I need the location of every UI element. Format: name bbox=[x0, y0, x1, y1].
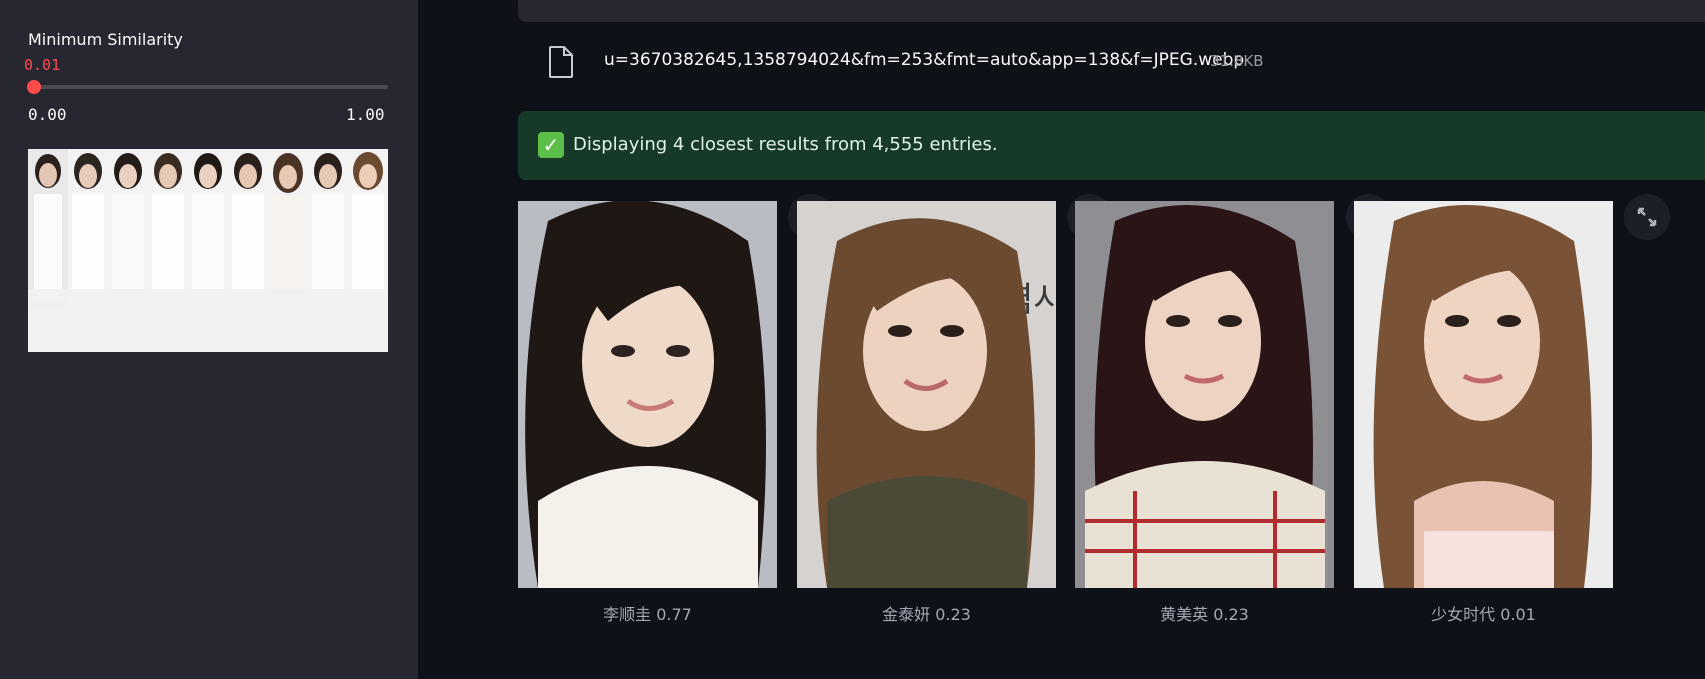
result-card: 李顺圭 0.77 bbox=[518, 201, 777, 624]
result-caption: 少女时代 0.01 bbox=[1431, 605, 1536, 624]
uploaded-image-preview bbox=[28, 149, 388, 352]
similarity-slider-track[interactable] bbox=[30, 85, 388, 89]
slider-min-label: 0.00 bbox=[28, 105, 67, 124]
expand-icon bbox=[1637, 207, 1657, 227]
result-image: 역시 bbox=[797, 201, 1056, 588]
check-icon: ✓ bbox=[538, 132, 564, 158]
success-message: Displaying 4 closest results from 4,555 … bbox=[573, 134, 998, 155]
expand-image-button[interactable] bbox=[1624, 194, 1670, 240]
success-alert: ✓ Displaying 4 closest results from 4,55… bbox=[518, 111, 1705, 180]
previous-container-edge bbox=[518, 0, 1705, 22]
uploaded-file-row: u=3670382645,1358794024&fm=253&fmt=auto&… bbox=[518, 40, 1618, 84]
file-icon bbox=[548, 46, 574, 82]
sidebar: Minimum Similarity 0.01 0.00 1.00 bbox=[0, 0, 418, 679]
result-image bbox=[1354, 201, 1613, 588]
file-name: u=3670382645,1358794024&fm=253&fmt=auto&… bbox=[604, 50, 1245, 70]
result-image bbox=[518, 201, 777, 588]
result-caption: 黄美英 0.23 bbox=[1160, 605, 1249, 624]
result-card: 少女时代 0.01 bbox=[1354, 201, 1613, 624]
slider-value: 0.01 bbox=[24, 56, 61, 74]
slider-max-label: 1.00 bbox=[346, 105, 385, 124]
similarity-slider-thumb[interactable] bbox=[26, 80, 41, 94]
result-image bbox=[1075, 201, 1334, 588]
slider-label: Minimum Similarity bbox=[28, 30, 183, 49]
result-card: 黄美英 0.23 bbox=[1075, 201, 1334, 624]
file-size: 31.8KB bbox=[1210, 52, 1264, 70]
result-caption: 金泰妍 0.23 bbox=[882, 605, 971, 624]
result-caption: 李顺圭 0.77 bbox=[603, 605, 692, 624]
result-card: 역시 金泰妍 0.23 bbox=[797, 201, 1056, 624]
